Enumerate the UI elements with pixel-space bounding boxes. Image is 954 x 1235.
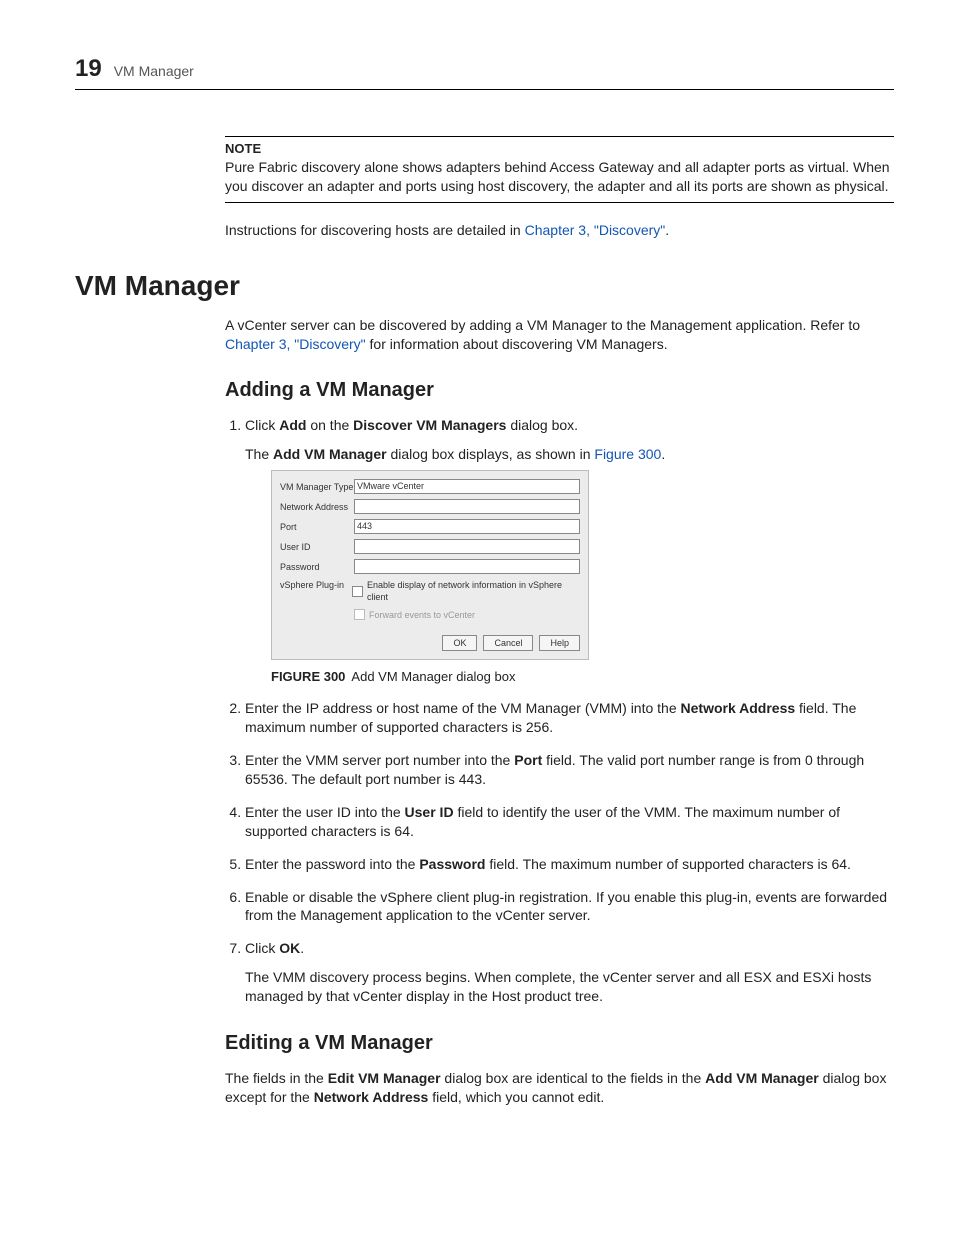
user-id-label: User ID — [405, 804, 454, 820]
subheading-editing: Editing a VM Manager — [225, 1032, 894, 1055]
text: Enter the VMM server port number into th… — [245, 752, 514, 768]
cancel-button[interactable]: Cancel — [483, 635, 533, 651]
step-1-body: The Add VM Manager dialog box displays, … — [245, 445, 894, 464]
step-7: Click OK. The VMM discovery process begi… — [245, 939, 894, 1006]
text: The — [245, 446, 273, 462]
user-id-field[interactable] — [354, 539, 580, 554]
steps-list: Click Add on the Discover VM Managers di… — [225, 416, 894, 1006]
text: Enter the password into the — [245, 856, 419, 872]
text: . — [665, 222, 669, 238]
figure-caption: FIGURE 300 Add VM Manager dialog box — [271, 668, 894, 686]
step-6: Enable or disable the vSphere client plu… — [245, 888, 894, 926]
chapter-3-link[interactable]: Chapter 3, "Discovery" — [525, 222, 666, 238]
discovery-instructions: Instructions for discovering hosts are d… — [225, 221, 894, 240]
text: Click — [245, 940, 279, 956]
add-vm-label: Add VM Manager — [705, 1070, 819, 1086]
text: field. The maximum number of supported c… — [485, 856, 850, 872]
step-7-body: The VMM discovery process begins. When c… — [245, 968, 894, 1006]
text: . — [300, 940, 304, 956]
text: The fields in the — [225, 1070, 328, 1086]
text: for information about discovering VM Man… — [366, 336, 668, 352]
note-top-rule — [225, 136, 894, 137]
ok-label: OK — [279, 940, 300, 956]
chapter-number: 19 — [75, 55, 102, 83]
ok-button[interactable]: OK — [442, 635, 477, 651]
network-address-label: Network Address — [681, 700, 796, 716]
note-body: Pure Fabric discovery alone shows adapte… — [225, 158, 894, 196]
figure-title: Add VM Manager dialog box — [351, 669, 515, 684]
vm-type-value: VMware vCenter — [357, 481, 424, 491]
text: . — [661, 446, 665, 462]
discover-vm-label: Discover VM Managers — [353, 417, 506, 433]
note-block: NOTE Pure Fabric discovery alone shows a… — [225, 136, 894, 240]
label-user-id: User ID — [280, 541, 354, 553]
document-page: 19 VM Manager NOTE Pure Fabric discovery… — [0, 0, 954, 1235]
figure-300-link[interactable]: Figure 300 — [594, 446, 661, 462]
label-network-address: Network Address — [280, 501, 354, 513]
label-vm-type: VM Manager Type — [280, 481, 354, 493]
step-5: Enter the password into the Password fie… — [245, 855, 894, 874]
section-heading-vm-manager: VM Manager — [75, 270, 894, 302]
vcenter-intro: A vCenter server can be discovered by ad… — [225, 316, 894, 354]
add-vm-label: Add VM Manager — [273, 446, 387, 462]
port-field[interactable]: 443 — [354, 519, 580, 534]
add-vm-manager-dialog: VM Manager Type VMware vCenter Network A… — [271, 470, 589, 660]
text: Instructions for discovering hosts are d… — [225, 222, 525, 238]
text: dialog box. — [506, 417, 578, 433]
note-label: NOTE — [225, 141, 894, 156]
page-header: 19 VM Manager — [75, 55, 894, 83]
check-enable-label: Enable display of network information in… — [367, 579, 580, 603]
port-value: 443 — [357, 521, 372, 531]
checkbox-icon — [352, 586, 363, 597]
note-bottom-rule — [225, 202, 894, 203]
text: Enter the IP address or host name of the… — [245, 700, 681, 716]
text: dialog box displays, as shown in — [387, 446, 595, 462]
step-1: Click Add on the Discover VM Managers di… — [245, 416, 894, 685]
text: field, which you cannot edit. — [428, 1089, 604, 1105]
network-address-field[interactable] — [354, 499, 580, 514]
network-address-label: Network Address — [314, 1089, 429, 1105]
header-rule — [75, 89, 894, 90]
checkbox-icon — [354, 609, 365, 620]
header-title: VM Manager — [114, 63, 194, 79]
label-vsphere-plugin: vSphere Plug-in — [280, 579, 352, 591]
text: A vCenter server can be discovered by ad… — [225, 317, 860, 333]
password-label: Password — [419, 856, 485, 872]
enable-display-check[interactable]: Enable display of network information in… — [352, 579, 580, 603]
edit-vm-label: Edit VM Manager — [328, 1070, 441, 1086]
text: dialog box are identical to the fields i… — [441, 1070, 706, 1086]
text: on the — [306, 417, 353, 433]
step-3: Enter the VMM server port number into th… — [245, 751, 894, 789]
port-label: Port — [514, 752, 542, 768]
label-password: Password — [280, 561, 354, 573]
step-2: Enter the IP address or host name of the… — [245, 699, 894, 737]
figure-number: FIGURE 300 — [271, 669, 345, 684]
step-4: Enter the user ID into the User ID field… — [245, 803, 894, 841]
check-forward-label: Forward events to vCenter — [369, 609, 475, 621]
chapter-3-link[interactable]: Chapter 3, "Discovery" — [225, 336, 366, 352]
password-field[interactable] — [354, 559, 580, 574]
text: Enter the user ID into the — [245, 804, 405, 820]
label-port: Port — [280, 521, 354, 533]
editing-paragraph: The fields in the Edit VM Manager dialog… — [225, 1069, 894, 1107]
forward-events-check: Forward events to vCenter — [354, 609, 580, 621]
help-button[interactable]: Help — [539, 635, 580, 651]
text: Click — [245, 417, 279, 433]
vm-type-field[interactable]: VMware vCenter — [354, 479, 580, 494]
add-label: Add — [279, 417, 306, 433]
subheading-adding: Adding a VM Manager — [225, 379, 894, 402]
